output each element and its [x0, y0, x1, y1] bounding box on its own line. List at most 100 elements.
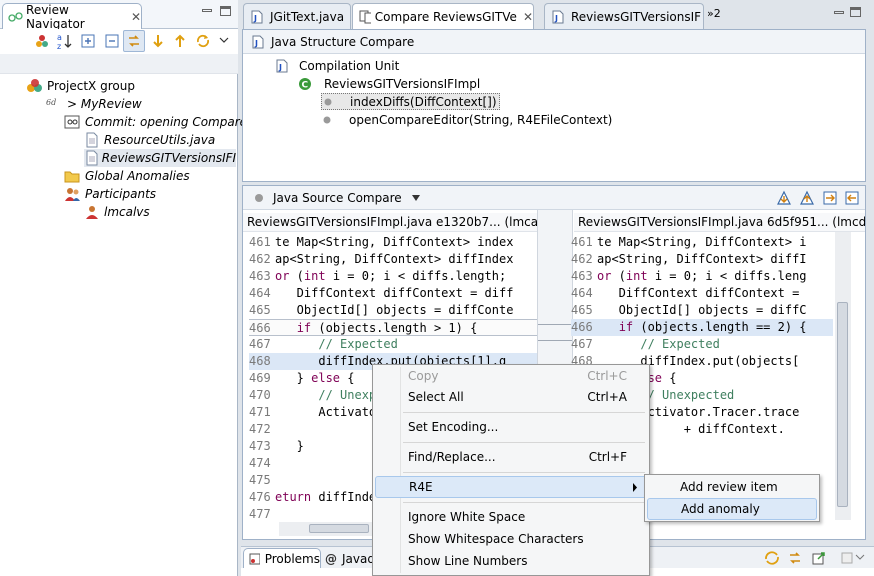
- line-number: 466: [249, 321, 271, 335]
- file-icon: [86, 132, 98, 148]
- tree-item-commit[interactable]: Commit: opening CompareEd: [64, 113, 262, 131]
- tab-label: JGitText.java: [270, 9, 345, 24]
- export-icon[interactable]: [811, 550, 827, 566]
- method-icon: [323, 116, 331, 123]
- collapse-all-icon[interactable]: [104, 33, 120, 49]
- struct-item-opencompareeditor[interactable]: openCompareEditor(String, R4EFileContext…: [321, 111, 612, 128]
- menu-item-label: Set Encoding...: [408, 420, 499, 434]
- diff-connector: [538, 324, 572, 341]
- tab-problems[interactable]: Problems: [243, 548, 321, 569]
- line-number: 470: [249, 388, 271, 402]
- review-navigator-view: Review Navigator ✕ az ProjectX group 6d …: [0, 0, 262, 576]
- svg-text:C: C: [302, 80, 309, 90]
- close-icon[interactable]: ✕: [523, 10, 533, 24]
- code-text: or (int i = 0; i < diffs.length;: [275, 269, 507, 283]
- code-text: // Expected: [275, 337, 398, 351]
- scrollbar-thumb[interactable]: [837, 302, 848, 507]
- previous-change-icon[interactable]: [844, 190, 860, 206]
- menu-item-ignore-white-space[interactable]: Ignore White Space: [375, 506, 647, 528]
- menu-item-add-review-item[interactable]: Add review item: [647, 476, 817, 498]
- line-number: 476: [249, 490, 271, 504]
- tree-item-resourceutils[interactable]: ResourceUtils.java: [84, 131, 215, 149]
- menu-item-label: Find/Replace...: [408, 450, 496, 464]
- participants-icon: [65, 188, 80, 201]
- tab-compare[interactable]: Compare ReviewsGITVe ✕: [352, 3, 534, 29]
- tree-item-label: lmcalvs: [104, 205, 150, 219]
- more-tabs[interactable]: »2: [707, 7, 721, 20]
- minimize-icon[interactable]: [834, 11, 844, 14]
- tree-item-label: Commit: opening CompareEd: [85, 115, 263, 129]
- svg-text:J: J: [253, 14, 257, 23]
- tree-item-participants[interactable]: Participants: [64, 185, 156, 203]
- right-vertical-scrollbar[interactable]: [835, 232, 851, 520]
- menu-separator: [403, 412, 645, 413]
- menu-item-r4e[interactable]: R4E: [375, 476, 647, 498]
- line-number: 466: [571, 320, 593, 334]
- maximize-icon[interactable]: [220, 6, 231, 16]
- tree-item-label: ProjectX group: [47, 79, 135, 93]
- tab-jgittext[interactable]: J JGitText.java: [243, 3, 351, 29]
- previous-difference-icon[interactable]: [799, 190, 815, 206]
- code-line: 466 if (objects.length == 2) {: [571, 319, 833, 336]
- struct-item-compilation-unit[interactable]: J Compilation Unit: [275, 57, 399, 74]
- sort-alpha-icon[interactable]: az: [56, 32, 74, 50]
- structure-compare-pane: J Java Structure Compare J Compilation U…: [242, 29, 866, 182]
- code-line: 463 or (int i = 0; i < diffs.length;: [249, 268, 537, 285]
- close-icon[interactable]: ✕: [131, 10, 141, 24]
- code-text: ObjectId[] objects = diffConte: [275, 303, 514, 317]
- tab-reviewsgitversions[interactable]: J ReviewsGITVersionsIF: [544, 3, 704, 29]
- scrollbar-thumb[interactable]: [309, 524, 369, 533]
- menu-item-shortcut: Ctrl+A: [587, 390, 627, 404]
- menu-item-add-anomaly[interactable]: Add anomaly: [647, 498, 817, 520]
- tree-item-reviewsgitversions[interactable]: ReviewsGITVersionsIFImpl: [84, 149, 236, 167]
- java-structure-icon: J: [252, 35, 264, 48]
- line-number: 464: [571, 286, 593, 300]
- struct-item-indexdiffs[interactable]: indexDiffs(DiffContext[]): [321, 93, 500, 110]
- tab-label: Problems: [264, 552, 320, 566]
- view-menu-icon[interactable]: [855, 553, 865, 561]
- submenu-arrow-icon: [633, 483, 637, 492]
- link-icon[interactable]: [787, 550, 803, 566]
- line-number: 462: [249, 252, 271, 266]
- maximize-icon[interactable]: [850, 7, 861, 17]
- java-file-icon: J: [276, 59, 288, 72]
- view-menu-icon[interactable]: [218, 35, 230, 45]
- expand-all-icon[interactable]: [80, 33, 96, 49]
- next-icon[interactable]: [150, 33, 166, 49]
- sync-icon[interactable]: [764, 550, 780, 566]
- struct-item-class[interactable]: C ReviewsGITVersionsIFImpl: [298, 75, 480, 92]
- refresh-icon[interactable]: [195, 33, 211, 49]
- code-text: if (objects.length == 2) {: [618, 320, 807, 334]
- tree-item-myreview[interactable]: 6d > MyReview: [46, 95, 142, 113]
- code-text: te Map<String, DiffContext> index: [275, 235, 514, 249]
- tree-item-label: > MyReview: [67, 97, 142, 111]
- navigator-icon: [8, 11, 23, 22]
- tab-label: Javad: [342, 551, 375, 566]
- line-number: 461: [249, 235, 271, 249]
- structure-compare-title: Java Structure Compare: [271, 34, 415, 49]
- next-difference-icon[interactable]: [776, 190, 792, 206]
- menu-item-select-all[interactable]: Select All Ctrl+A: [375, 386, 647, 408]
- previous-icon[interactable]: [172, 33, 188, 49]
- code-text: te Map<String, DiffContext> i: [597, 235, 807, 249]
- navigator-tab[interactable]: Review Navigator ✕: [2, 3, 142, 31]
- show-anomalies-icon[interactable]: [34, 33, 50, 49]
- java-file-icon: J: [552, 10, 564, 23]
- code-line: 467 // Expected: [249, 336, 537, 353]
- next-change-icon[interactable]: [822, 190, 838, 206]
- menu-item-label: Ignore White Space: [408, 510, 526, 524]
- tree-item-global-anomalies[interactable]: Global Anomalies: [64, 167, 190, 185]
- menu-item-set-encoding[interactable]: Set Encoding...: [375, 416, 647, 438]
- link-editor-toggle[interactable]: [123, 30, 145, 52]
- minimize-icon[interactable]: [202, 9, 212, 12]
- line-number: 464: [249, 286, 271, 300]
- menu-item-find-replace[interactable]: Find/Replace... Ctrl+F: [375, 446, 647, 468]
- tree-item-projectx-group[interactable]: ProjectX group: [26, 77, 135, 95]
- pin-icon[interactable]: [839, 550, 855, 566]
- dropdown-arrow-icon[interactable]: [410, 193, 422, 203]
- code-line: 462 ap<String, DiffContext> diffI: [571, 251, 833, 268]
- tree-item-lmcalvs[interactable]: lmcalvs: [84, 203, 150, 221]
- menu-item-copy[interactable]: Copy Ctrl+C: [375, 365, 647, 387]
- menu-item-show-line-numbers[interactable]: Show Line Numbers: [375, 550, 647, 572]
- menu-item-show-whitespace[interactable]: Show Whitespace Characters: [375, 528, 647, 550]
